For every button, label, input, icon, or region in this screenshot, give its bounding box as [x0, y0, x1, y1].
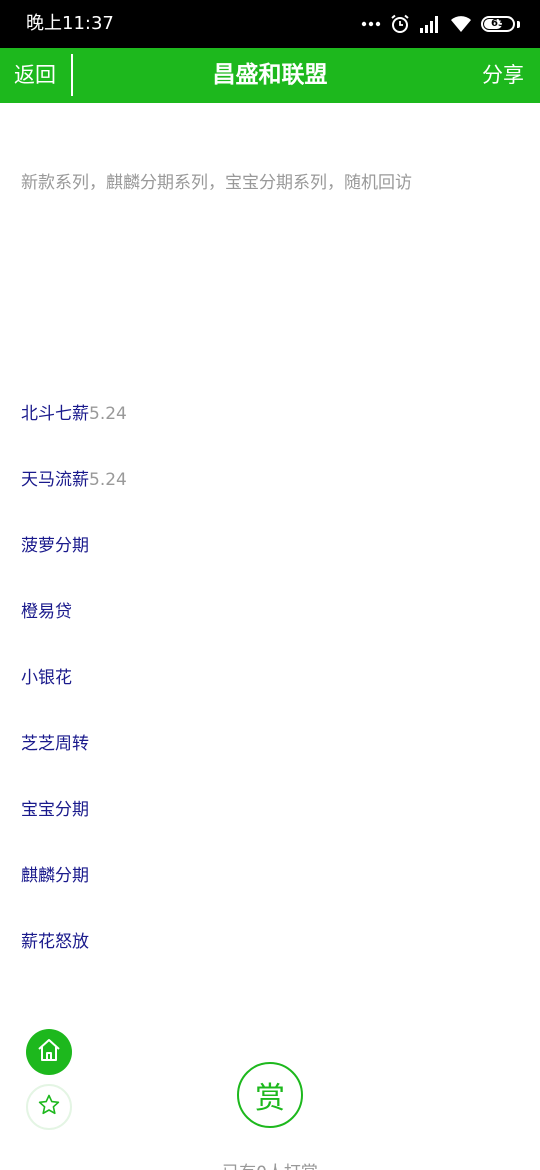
reward-button[interactable]: 赏 [237, 1062, 303, 1128]
status-time: 晚上11:37 [26, 13, 114, 34]
list-item[interactable]: 芝芝周转 [21, 731, 127, 797]
list-item[interactable]: 麒麟分期 [21, 863, 127, 929]
list-item[interactable]: 橙易贷 [21, 599, 127, 665]
more-dots-icon [361, 21, 381, 27]
status-icons: 63 [361, 12, 520, 36]
star-icon [37, 1093, 61, 1121]
list-item[interactable]: 薪花怒放 [21, 929, 127, 995]
favorite-button[interactable] [26, 1084, 72, 1130]
list-item[interactable]: 天马流薪5.24 [21, 467, 127, 533]
list-item[interactable]: 北斗七薪5.24 [21, 401, 127, 467]
list-item-date: 5.24 [89, 404, 127, 424]
list-item-link[interactable]: 橙易贷 [21, 602, 72, 622]
list-item-link[interactable]: 芝芝周转 [21, 734, 89, 754]
title-bar: 返回 昌盛和联盟 分享 [0, 48, 540, 103]
list-item-link[interactable]: 宝宝分期 [21, 800, 89, 820]
list-item-link[interactable]: 菠萝分期 [21, 536, 89, 556]
battery-icon: 63 [481, 16, 515, 32]
link-list: 北斗七薪5.24 天马流薪5.24 菠萝分期 橙易贷 小银花 芝芝周转 宝宝分期… [21, 401, 127, 995]
intro-text: 新款系列，麒麟分期系列，宝宝分期系列，随机回访 [21, 173, 412, 193]
list-item-link[interactable]: 薪花怒放 [21, 932, 89, 952]
list-item-link[interactable]: 小银花 [21, 668, 72, 688]
page-title: 昌盛和联盟 [212, 62, 328, 88]
battery-tip [517, 20, 520, 28]
list-item[interactable]: 小银花 [21, 665, 127, 731]
home-icon [36, 1038, 62, 1066]
alarm-icon [390, 14, 410, 34]
share-button[interactable]: 分享 [482, 48, 524, 103]
list-item-link[interactable]: 天马流薪 [21, 470, 89, 490]
list-item[interactable]: 宝宝分期 [21, 797, 127, 863]
list-item-link[interactable]: 北斗七薪 [21, 404, 89, 424]
list-item-link[interactable]: 麒麟分期 [21, 866, 89, 886]
battery-percent: 63 [491, 18, 505, 29]
reward-count: 已有0人打赏 [0, 1160, 540, 1170]
list-item[interactable]: 菠萝分期 [21, 533, 127, 599]
list-item-date: 5.24 [89, 470, 127, 490]
home-button[interactable] [26, 1029, 72, 1075]
wifi-icon [450, 15, 472, 33]
signal-icon [419, 15, 441, 33]
status-bar: 晚上11:37 63 [0, 0, 540, 48]
reward-label: 赏 [255, 1081, 285, 1116]
